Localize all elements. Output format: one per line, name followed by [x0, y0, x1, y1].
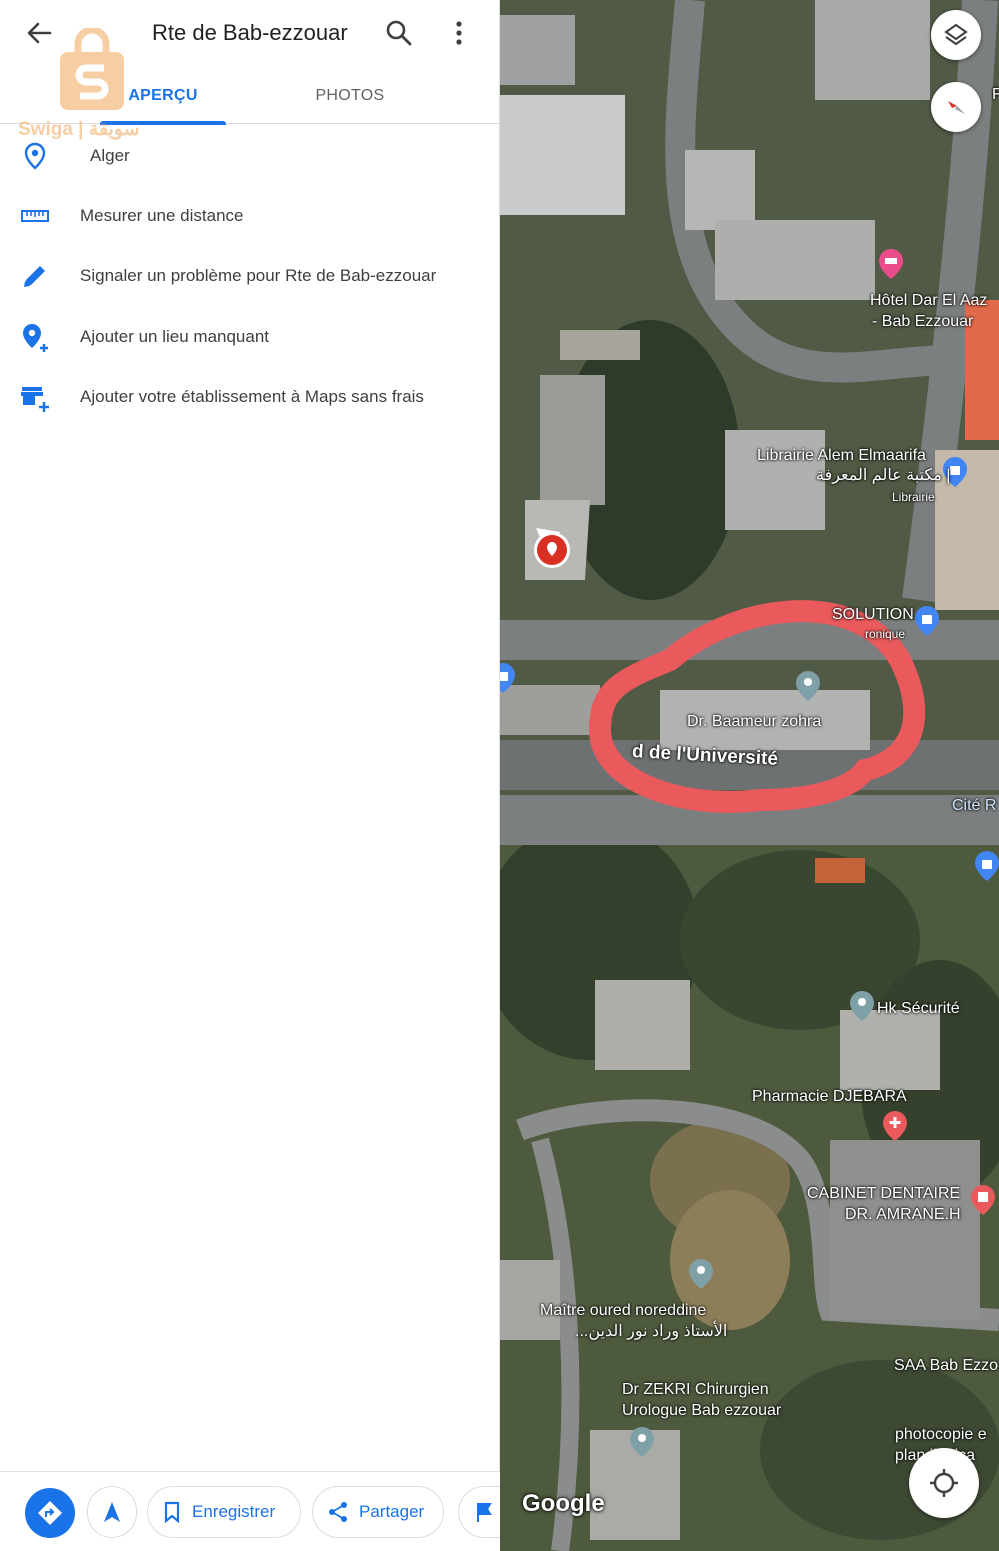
location-pin-icon	[20, 141, 50, 171]
tab-bar: APERÇU PHOTOS	[0, 68, 500, 125]
directions-button[interactable]	[25, 1488, 75, 1538]
generic-pin-icon	[689, 1259, 713, 1289]
shopping-bag-icon	[915, 606, 939, 636]
hotel-icon	[879, 249, 903, 279]
map-label-edge: F	[992, 86, 999, 103]
lawyer-marker[interactable]	[688, 1258, 714, 1290]
map-label-hotel: Hôtel Dar El Aaz	[870, 292, 988, 309]
bottom-action-bar: Enregistrer Partager	[0, 1471, 500, 1551]
map-label-pharmacie: Pharmacie DJEBARA	[752, 1088, 907, 1105]
ruler-icon	[20, 201, 50, 231]
map-label-cabinet-2: DR. AMRANE.H	[845, 1206, 961, 1223]
location-label: Alger	[90, 146, 130, 165]
dental-clinic-marker[interactable]	[970, 1184, 996, 1216]
share-icon	[329, 1502, 347, 1522]
map-label-hk-securite: Hk Sécurité	[877, 1000, 960, 1017]
app-root: Rte de Bab-ezzouar APERÇU PHOTOS Swiga |…	[0, 0, 999, 1551]
generic-pin-icon	[850, 991, 874, 1021]
bookmark-icon	[164, 1501, 180, 1523]
my-location-icon	[930, 1469, 958, 1497]
add-business-icon	[20, 382, 50, 412]
generic-pin-icon	[630, 1427, 654, 1457]
start-navigation-button[interactable]	[87, 1486, 137, 1538]
navigation-arrow-icon	[104, 1502, 120, 1522]
map-label-saa: SAA Bab Ezzo	[894, 1357, 999, 1374]
my-location-button[interactable]	[909, 1448, 979, 1518]
generic-pin-icon	[796, 671, 820, 701]
place-panel: Rte de Bab-ezzouar APERÇU PHOTOS Swiga |…	[0, 0, 500, 1551]
layers-icon	[944, 23, 968, 46]
report-problem-label: Signaler un problème pour Rte de Bab-ezz…	[80, 266, 437, 285]
pharmacy-marker[interactable]	[882, 1110, 908, 1142]
map-label-zekri: Dr ZEKRI Chirurgien	[622, 1381, 769, 1398]
map-label-librairie-ar: مكتبة عالم المعرفة |	[816, 467, 951, 484]
right-edge-shop-marker[interactable]	[974, 850, 999, 882]
tab-photos[interactable]: PHOTOS	[290, 68, 410, 124]
add-business-label: Ajouter votre établissement à Maps sans …	[80, 387, 424, 406]
hk-securite-marker[interactable]	[849, 990, 875, 1022]
doctor-marker[interactable]	[795, 670, 821, 702]
urologist-marker[interactable]	[629, 1426, 655, 1458]
list-item-report-problem[interactable]: Signaler un problème pour Rte de Bab-ezz…	[0, 246, 500, 306]
list-item-location[interactable]: Alger	[0, 126, 500, 186]
more-options-button[interactable]	[448, 18, 470, 48]
save-label: Enregistrer	[192, 1502, 276, 1521]
add-place-label: Ajouter un lieu manquant	[80, 327, 270, 346]
flag-button[interactable]	[458, 1486, 500, 1538]
map-label-solution: SOLUTION	[832, 606, 914, 623]
shopping-bag-icon	[975, 851, 999, 881]
measure-distance-label: Mesurer une distance	[80, 206, 244, 225]
map-label-maitre-ar: ...الأستاذ وراد نور الدين	[575, 1323, 728, 1340]
share-label: Partager	[359, 1502, 425, 1521]
map-label-doctor: Dr. Baameur zohra	[687, 713, 822, 730]
add-location-icon	[20, 322, 50, 352]
map-label-cabinet: CABINET DENTAIRE	[807, 1185, 961, 1202]
selected-location-pin[interactable]	[530, 522, 574, 578]
hotel-marker[interactable]	[878, 248, 904, 280]
pharmacy-icon	[883, 1111, 907, 1141]
map-label-solution-2: ronique	[865, 627, 906, 641]
list-item-add-place[interactable]: Ajouter un lieu manquant	[0, 307, 500, 367]
share-button[interactable]: Partager	[312, 1486, 444, 1538]
solution-shop-marker[interactable]	[914, 605, 940, 637]
flag-icon	[477, 1503, 492, 1522]
map-label-zekri-2: Urologue Bab ezzouar	[622, 1402, 782, 1419]
layers-button[interactable]	[931, 10, 981, 60]
map-label-librairie-type: Librairie	[892, 490, 935, 504]
tab-apercu[interactable]: APERÇU	[100, 68, 226, 125]
search-button[interactable]	[384, 18, 414, 48]
left-edge-shop-marker[interactable]	[500, 662, 516, 694]
compass-button[interactable]	[931, 82, 981, 132]
app-bar: Rte de Bab-ezzouar	[0, 0, 500, 66]
google-logo: Google	[522, 1490, 605, 1517]
map-label-librairie: Librairie Alem Elmaarifa	[757, 447, 926, 464]
hospital-icon	[971, 1185, 995, 1215]
map-label-photocopie: photocopie e	[895, 1426, 987, 1443]
back-button[interactable]	[22, 18, 58, 48]
search-icon	[386, 20, 412, 46]
compass-icon	[948, 101, 965, 114]
list-item-measure-distance[interactable]: Mesurer une distance	[0, 186, 500, 246]
location-pin-icon	[534, 528, 570, 568]
directions-icon	[38, 1501, 62, 1525]
arrow-back-icon	[27, 22, 52, 44]
save-button[interactable]: Enregistrer	[147, 1486, 301, 1538]
map-label-cite: Cité R	[952, 797, 997, 814]
page-title: Rte de Bab-ezzouar	[152, 20, 348, 45]
more-vert-icon	[456, 21, 462, 45]
satellite-map[interactable]: Hôtel Dar El Aaz - Bab Ezzouar F Librair…	[500, 0, 999, 1551]
pencil-icon	[20, 261, 50, 291]
list-item-add-business[interactable]: Ajouter votre établissement à Maps sans …	[0, 367, 500, 427]
map-label-maitre: Maître oured noreddine	[540, 1302, 707, 1319]
map-label-hotel-2: - Bab Ezzouar	[872, 313, 974, 330]
shopping-bag-icon	[500, 663, 515, 693]
